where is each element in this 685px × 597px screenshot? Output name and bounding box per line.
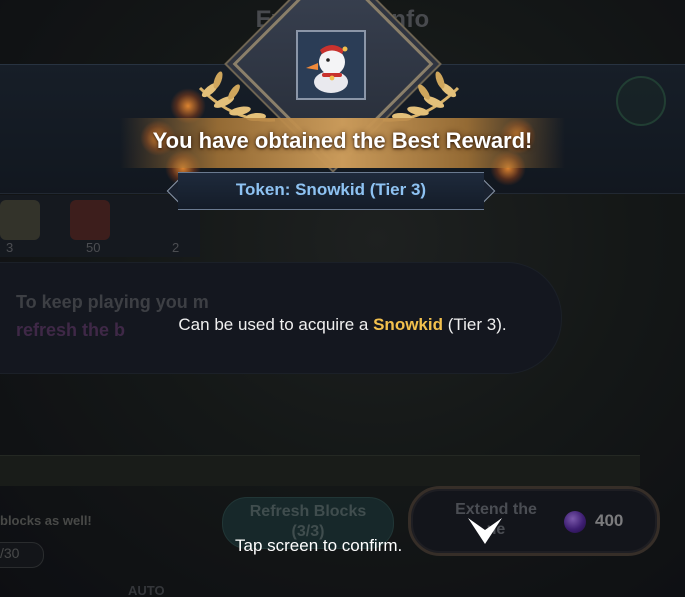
- board-floor: [0, 455, 640, 486]
- reward-description: Can be used to acquire a Snowkid (Tier 3…: [0, 315, 685, 335]
- description-suffix: (Tier 3).: [443, 315, 507, 334]
- reward-item-box: [296, 30, 366, 100]
- refresh-blocks-label: Refresh Blocks: [249, 503, 367, 520]
- extend-cost: 400: [595, 511, 624, 530]
- extend-time-button[interactable]: Extend the ne 400: [408, 486, 660, 556]
- item-count: 3: [6, 240, 14, 255]
- item-count: 2: [172, 240, 180, 255]
- auto-button-label: AUTO: [128, 583, 165, 597]
- info-text-line1: To keep playing you m: [16, 292, 209, 312]
- item-count: 50: [86, 240, 101, 255]
- item-slot-icon: [70, 200, 110, 240]
- progress-counter-text: /30: [0, 545, 20, 561]
- description-highlight: Snowkid: [373, 315, 443, 334]
- hint-text: blocks as well!: [0, 513, 92, 528]
- token-name: Token: Snowkid (Tier 3): [235, 180, 427, 199]
- reward-headline: You have obtained the Best Reward!: [152, 128, 533, 153]
- snowkid-token-icon: [306, 45, 348, 93]
- tap-to-confirm-hint: Tap screen to confirm.: [235, 536, 403, 555]
- refresh-circle-button[interactable]: [616, 76, 666, 126]
- purple-gem-icon: [564, 511, 586, 533]
- item-slot-icon: [0, 200, 40, 240]
- chevron-down-icon: [468, 518, 502, 544]
- description-prefix: Can be used to acquire a: [178, 315, 374, 334]
